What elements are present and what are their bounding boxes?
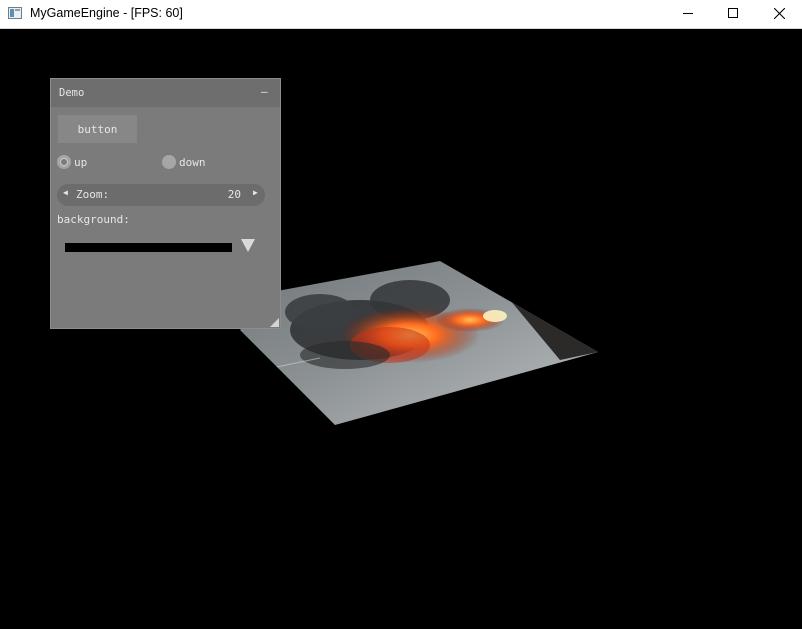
demo-panel[interactable]: Demo – button up down ◀ Zoom: 20 ▶ backg…	[50, 78, 281, 329]
zoom-label: Zoom:	[76, 188, 110, 201]
combo-dropdown-icon[interactable]	[241, 239, 255, 252]
app-icon	[8, 7, 22, 19]
close-icon	[774, 8, 785, 19]
panel-header[interactable]: Demo –	[51, 79, 280, 107]
decrement-arrow-icon[interactable]: ◀	[63, 188, 68, 197]
radio-down-label: down	[179, 156, 206, 169]
radio-down-indicator[interactable]	[162, 155, 176, 169]
close-button[interactable]	[756, 0, 802, 28]
window-title-bar[interactable]: MyGameEngine - [FPS: 60]	[0, 0, 802, 29]
minimize-icon	[683, 13, 693, 14]
background-label: background:	[57, 213, 130, 226]
radio-up-indicator[interactable]	[57, 155, 71, 169]
minimize-button[interactable]	[664, 0, 710, 28]
demo-button[interactable]: button	[58, 115, 137, 143]
maximize-button[interactable]	[710, 0, 756, 28]
radio-up-label: up	[74, 156, 88, 169]
window-title: MyGameEngine - [FPS: 60]	[30, 6, 183, 20]
background-color-combo[interactable]	[65, 243, 232, 252]
panel-title: Demo	[59, 87, 85, 99]
maximize-icon	[728, 8, 738, 18]
zoom-property[interactable]: ◀ Zoom: 20 ▶	[57, 184, 265, 206]
increment-arrow-icon[interactable]: ▶	[253, 188, 258, 197]
panel-resize-handle[interactable]	[270, 318, 279, 327]
panel-minimize-button[interactable]: –	[261, 85, 273, 99]
demo-button-label: button	[77, 123, 118, 136]
zoom-value[interactable]: 20	[228, 188, 241, 201]
